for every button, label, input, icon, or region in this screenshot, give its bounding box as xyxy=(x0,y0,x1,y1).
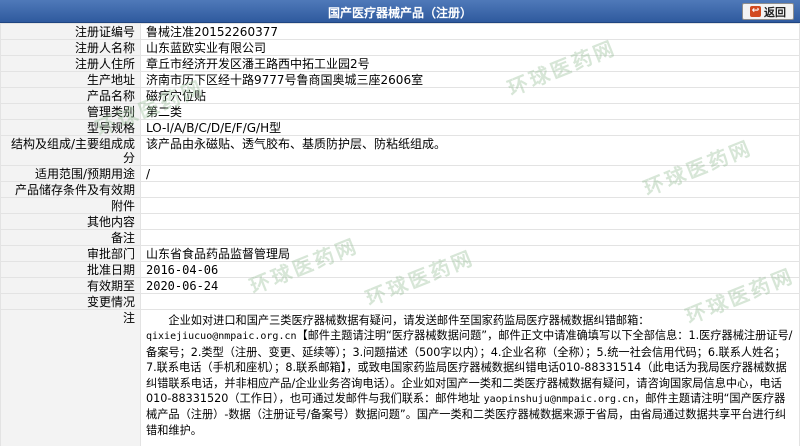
field-value xyxy=(140,213,800,230)
field-label: 变更情况 xyxy=(0,293,141,310)
field-label: 注册人名称 xyxy=(0,39,141,56)
field-value: / xyxy=(140,165,800,182)
field-value: 山东蓝欧实业有限公司 xyxy=(140,39,800,56)
field-value: 济南市历下区经十路9777号鲁商国奥城三座2606室 xyxy=(140,71,800,88)
field-value xyxy=(140,229,800,246)
table-row: 其他内容 xyxy=(0,213,800,230)
field-label: 生产地址 xyxy=(0,71,141,88)
table-row: 注册证编号 鲁械注准20152260377 xyxy=(0,23,800,40)
note-paragraph-1: 企业如对进口和国产三类医疗器械数据有疑问，请发送邮件至国家药监局医疗器械数据纠错… xyxy=(168,314,650,327)
field-value xyxy=(140,293,800,310)
back-arrow-icon: ↩ xyxy=(750,6,761,17)
note-email-2: yaopinshuju@nmpaic.org.cn xyxy=(483,394,635,406)
field-label: 有效期至 xyxy=(0,277,141,294)
field-label: 附件 xyxy=(0,197,141,214)
page-title: 国产医疗器械产品（注册） xyxy=(327,6,472,20)
table-row: 适用范围/预期用途 / xyxy=(0,165,800,182)
note-label: 注 xyxy=(0,309,141,446)
field-label: 管理类别 xyxy=(0,103,141,120)
header-bar: 国产医疗器械产品（注册） ↩ 返回 xyxy=(0,0,800,23)
table-row: 附件 xyxy=(0,197,800,214)
table-row: 注册人住所 章丘市经济开发区潘王路西中拓工业园2号 xyxy=(0,55,800,72)
field-label: 结构及组成/主要组成成分 xyxy=(0,135,141,166)
table-row: 产品名称 磁疗穴位贴 xyxy=(0,87,800,104)
field-label: 型号规格 xyxy=(0,119,141,136)
field-value: 章丘市经济开发区潘王路西中拓工业园2号 xyxy=(140,55,800,72)
field-label: 批准日期 xyxy=(0,261,141,278)
field-label: 注册证编号 xyxy=(0,23,141,40)
field-label: 产品名称 xyxy=(0,87,141,104)
back-button-label: 返回 xyxy=(764,5,786,19)
table-row: 变更情况 xyxy=(0,293,800,310)
field-value: 该产品由永磁贴、透气胶布、基质防护层、防粘纸组成。 xyxy=(140,135,800,166)
field-label: 注册人住所 xyxy=(0,55,141,72)
detail-table: 注册证编号 鲁械注准20152260377 注册人名称 山东蓝欧实业有限公司 注册人住所… xyxy=(0,23,800,446)
back-button[interactable]: ↩ 返回 xyxy=(742,3,794,20)
field-label: 审批部门 xyxy=(0,245,141,262)
table-row: 注册人名称 山东蓝欧实业有限公司 xyxy=(0,39,800,56)
field-value: 2020-06-24 xyxy=(140,277,800,294)
table-row: 结构及组成/主要组成成分 该产品由永磁贴、透气胶布、基质防护层、防粘纸组成。 xyxy=(0,135,800,166)
field-value: LO-I/A/B/C/D/E/F/G/H型 xyxy=(140,119,800,136)
field-value xyxy=(140,181,800,198)
field-value: 山东省食品药品监督管理局 xyxy=(140,245,800,262)
table-row: 产品储存条件及有效期 xyxy=(0,181,800,198)
field-label: 产品储存条件及有效期 xyxy=(0,181,141,198)
field-label: 适用范围/预期用途 xyxy=(0,165,141,182)
field-value: 磁疗穴位贴 xyxy=(140,87,800,104)
field-value xyxy=(140,197,800,214)
table-row: 有效期至 2020-06-24 xyxy=(0,277,800,294)
table-row: 备注 xyxy=(0,229,800,246)
table-row: 审批部门 山东省食品药品监督管理局 xyxy=(0,245,800,262)
field-value: 第二类 xyxy=(140,103,800,120)
note-row: 注 企业如对进口和国产三类医疗器械数据有疑问，请发送邮件至国家药监局医疗器械数据… xyxy=(0,309,800,446)
note-email-1: qixiejiucuo@nmpaic.org.cn xyxy=(146,331,297,343)
note-value: 企业如对进口和国产三类医疗器械数据有疑问，请发送邮件至国家药监局医疗器械数据纠错… xyxy=(140,309,800,446)
field-value: 鲁械注准20152260377 xyxy=(140,23,800,40)
table-row: 生产地址 济南市历下区经十路9777号鲁商国奥城三座2606室 xyxy=(0,71,800,88)
field-label: 其他内容 xyxy=(0,213,141,230)
field-value: 2016-04-06 xyxy=(140,261,800,278)
field-label: 备注 xyxy=(0,229,141,246)
table-row: 批准日期 2016-04-06 xyxy=(0,261,800,278)
table-row: 型号规格 LO-I/A/B/C/D/E/F/G/H型 xyxy=(0,119,800,136)
table-row: 管理类别 第二类 xyxy=(0,103,800,120)
